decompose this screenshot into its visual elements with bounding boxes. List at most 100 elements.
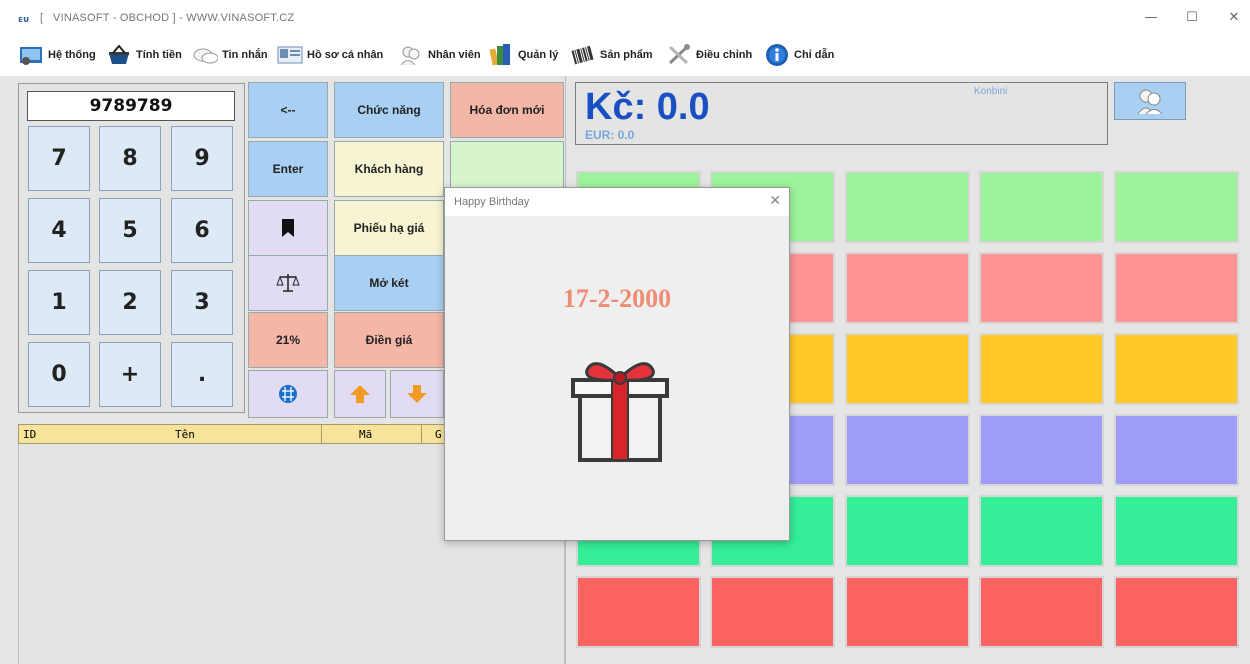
menu-quan-ly[interactable]: Quản lý [488,42,558,68]
dien-gia-button[interactable]: Điền giá [334,312,444,368]
product-tile[interactable] [1114,576,1239,648]
key-5[interactable]: 5 [99,198,161,263]
menu-quan-ly-label: Quản lý [518,49,559,61]
arrow-down-button[interactable] [390,370,444,418]
menu-chi-dan-label: Chỉ dẫn [794,49,835,61]
menu-tin-nhan-label: Tin nhắn [222,49,268,61]
menu-chi-dan[interactable]: Chỉ dẫn [764,42,834,68]
product-tile[interactable] [576,576,701,648]
key-4[interactable]: 4 [28,198,90,263]
amount-display[interactable]: 9789789 [27,91,235,121]
birthday-dialog: Happy Birthday ✕ 17-2-2000 [444,187,790,541]
system-icon [18,43,44,67]
svg-text:ᴇᴜ: ᴇᴜ [18,15,29,24]
menu-ho-so-label: Hồ sơ cá nhân [307,49,384,61]
users-button[interactable] [1114,82,1186,120]
product-tile[interactable] [1114,495,1239,567]
col-id: ID [23,428,37,441]
app-logo-icon: ᴇᴜ [18,12,34,25]
staff-icon [398,43,424,67]
product-tile[interactable] [1114,414,1239,486]
menu-nhan-vien-label: Nhân viên [428,49,481,61]
menu-nhan-vien[interactable]: Nhân viên [398,42,481,68]
enter-button[interactable]: Enter [248,141,328,197]
product-tile[interactable] [845,495,970,567]
product-tile[interactable] [845,414,970,486]
khach-hang-button[interactable]: Khách hàng [334,141,444,197]
menu-tin-nhan[interactable]: Tin nhắn [192,42,268,68]
key-6[interactable]: 6 [171,198,233,263]
phieu-ha-gia-button[interactable]: Phiếu hạ giá [334,200,444,256]
product-tile[interactable] [710,576,835,648]
menu-ho-so[interactable]: Hồ sơ cá nhân [277,42,383,68]
key-0[interactable]: 0 [28,342,90,407]
product-tile[interactable] [1114,333,1239,405]
users-icon [1137,89,1163,115]
menu-he-thong[interactable]: Hệ thống [18,42,96,68]
total-kc: Kč: 0.0 [585,86,710,128]
tools-icon [666,43,692,67]
chuc-nang-button[interactable]: Chức năng [334,82,444,138]
col-ma: Mã [359,428,373,441]
key-9[interactable]: 9 [171,126,233,191]
product-tile[interactable] [979,333,1104,405]
bookmark-icon [282,219,294,237]
info-icon [764,43,790,67]
product-tile[interactable] [979,576,1104,648]
minimize-button[interactable]: — [1136,6,1166,30]
dialog-close-button[interactable]: ✕ [769,193,781,209]
key-plus[interactable]: + [99,342,161,407]
product-tile[interactable] [845,576,970,648]
menu-tinh-tien[interactable]: Tính tiền [106,42,182,68]
grid-button[interactable] [248,370,328,418]
bookmark-button[interactable] [248,200,328,256]
product-tile[interactable] [979,252,1104,324]
backspace-button[interactable]: <-- [248,82,328,138]
barcode-icon [570,43,596,67]
maximize-button[interactable]: ☐ [1177,6,1207,30]
basket-icon [106,43,132,67]
key-1[interactable]: 1 [28,270,90,335]
menu-he-thong-label: Hệ thống [48,49,96,61]
menu-dieu-chinh[interactable]: Điều chỉnh [666,42,752,68]
product-tile[interactable] [845,171,970,243]
close-button[interactable]: ✕ [1219,6,1249,30]
title-bar: ᴇᴜ [ VINASOFT - OBCHOD ] - WWW.VINASOFT.… [0,0,1250,36]
key-7[interactable]: 7 [28,126,90,191]
menu-dieu-chinh-label: Điều chỉnh [696,49,753,61]
store-name: Konbini [974,86,1008,97]
vat-button[interactable]: 21% [248,312,328,368]
key-2[interactable]: 2 [99,270,161,335]
total-eur: EUR: 0.0 [585,128,635,142]
scale-button[interactable] [248,255,328,311]
key-3[interactable]: 3 [171,270,233,335]
grid-globe-icon [279,385,297,403]
col-gia: G [435,428,442,441]
dialog-title-bar: Happy Birthday ✕ [445,188,789,216]
menu-san-pham-label: Sản phẩm [600,49,653,61]
gift-icon [565,352,675,464]
key-dot[interactable]: . [171,342,233,407]
product-tile[interactable] [845,252,970,324]
product-tile[interactable] [1114,171,1239,243]
books-icon [488,43,514,67]
profile-card-icon [277,43,303,67]
product-tile[interactable] [845,333,970,405]
key-8[interactable]: 8 [99,126,161,191]
product-tile[interactable] [979,414,1104,486]
chat-icon [192,43,218,67]
product-tile[interactable] [979,495,1104,567]
birthday-date: 17-2-2000 [562,284,672,313]
menu-san-pham[interactable]: Sản phẩm [570,42,653,68]
scale-icon [276,274,300,292]
col-ten: Tên [175,428,195,441]
arrow-up-button[interactable] [334,370,386,418]
dialog-title: Happy Birthday [454,196,530,208]
product-tile[interactable] [1114,252,1239,324]
main-menu: Hệ thống Tính tiền Tin nhắn Hồ sơ cá nhâ… [0,36,1250,76]
hoa-don-moi-button[interactable]: Hóa đơn mới [450,82,564,138]
arrow-down-icon [407,385,427,403]
product-tile[interactable] [979,171,1104,243]
arrow-up-icon [350,385,370,403]
mo-ket-button[interactable]: Mở két [334,255,444,311]
